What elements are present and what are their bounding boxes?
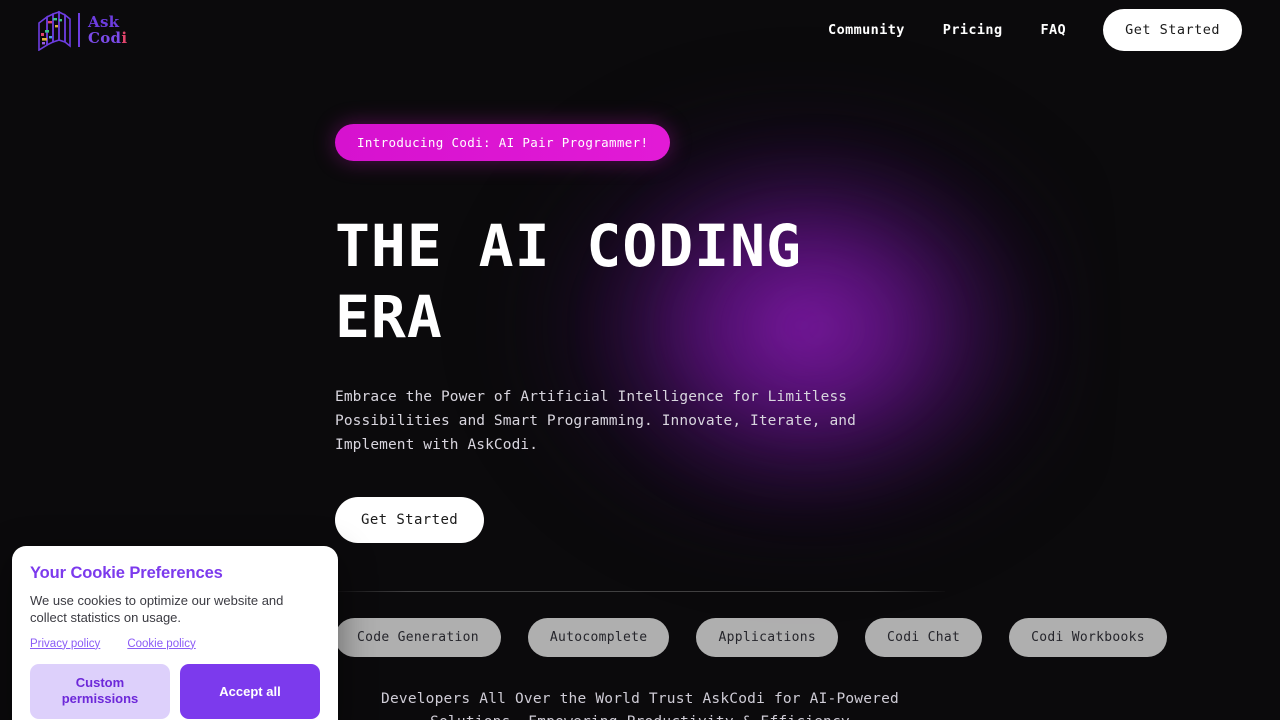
- cookie-dialog-actions: Custom permissions Accept all: [30, 663, 320, 719]
- page-root: Ask Codi Community Pricing FAQ Get Start…: [0, 0, 1280, 720]
- header-get-started-button[interactable]: Get Started: [1103, 9, 1242, 51]
- custom-permissions-button[interactable]: Custom permissions: [30, 663, 170, 719]
- logo-line-two: Codi: [88, 30, 127, 46]
- logo-cod-text: Cod: [88, 29, 122, 47]
- cookie-policy-link[interactable]: Cookie policy: [127, 638, 195, 650]
- nav-item-faq[interactable]: FAQ: [1022, 22, 1086, 38]
- logo-accent-letter: i: [121, 29, 128, 47]
- section-divider: [335, 591, 945, 592]
- logo-divider: [78, 13, 80, 47]
- accept-all-cookies-button[interactable]: Accept all: [180, 663, 320, 719]
- cube-logo-icon: [34, 9, 74, 52]
- hero-announcement-badge[interactable]: Introducing Codi: AI Pair Programmer!: [335, 124, 671, 161]
- cookie-dialog-title: Your Cookie Preferences: [30, 564, 223, 582]
- nav-item-community[interactable]: Community: [809, 22, 924, 38]
- hero-subtitle: Embrace the Power of Artificial Intellig…: [335, 388, 856, 453]
- logo[interactable]: Ask Codi: [34, 8, 127, 52]
- hero-get-started-button[interactable]: Get Started: [335, 497, 485, 544]
- chip-applications[interactable]: Applications: [696, 618, 838, 657]
- cookie-dialog-description: We use cookies to optimize our website a…: [30, 593, 284, 626]
- privacy-policy-link[interactable]: Privacy policy: [30, 638, 100, 650]
- hero-section: Introducing Codi: AI Pair Programmer! TH…: [335, 124, 915, 544]
- logo-line-one: Ask: [88, 12, 120, 31]
- logo-wordmark: Ask Codi: [88, 14, 127, 46]
- cookie-dialog-links: Privacy policy Cookie policy: [30, 638, 320, 650]
- nav-item-pricing[interactable]: Pricing: [924, 22, 1022, 38]
- main-navigation: Community Pricing FAQ Get Started: [809, 0, 1242, 60]
- chip-codi-chat[interactable]: Codi Chat: [864, 618, 983, 657]
- feature-chip-list: Code Generation Autocomplete Application…: [335, 618, 1167, 657]
- site-header: Ask Codi Community Pricing FAQ Get Start…: [0, 0, 1280, 60]
- page-title: THE AI CODING ERA: [335, 212, 802, 351]
- cookie-preferences-dialog: Your Cookie Preferences We use cookies t…: [12, 546, 338, 720]
- chip-autocomplete[interactable]: Autocomplete: [527, 618, 670, 657]
- chip-code-generation[interactable]: Code Generation: [335, 618, 501, 657]
- chip-codi-workbooks[interactable]: Codi Workbooks: [1009, 618, 1167, 657]
